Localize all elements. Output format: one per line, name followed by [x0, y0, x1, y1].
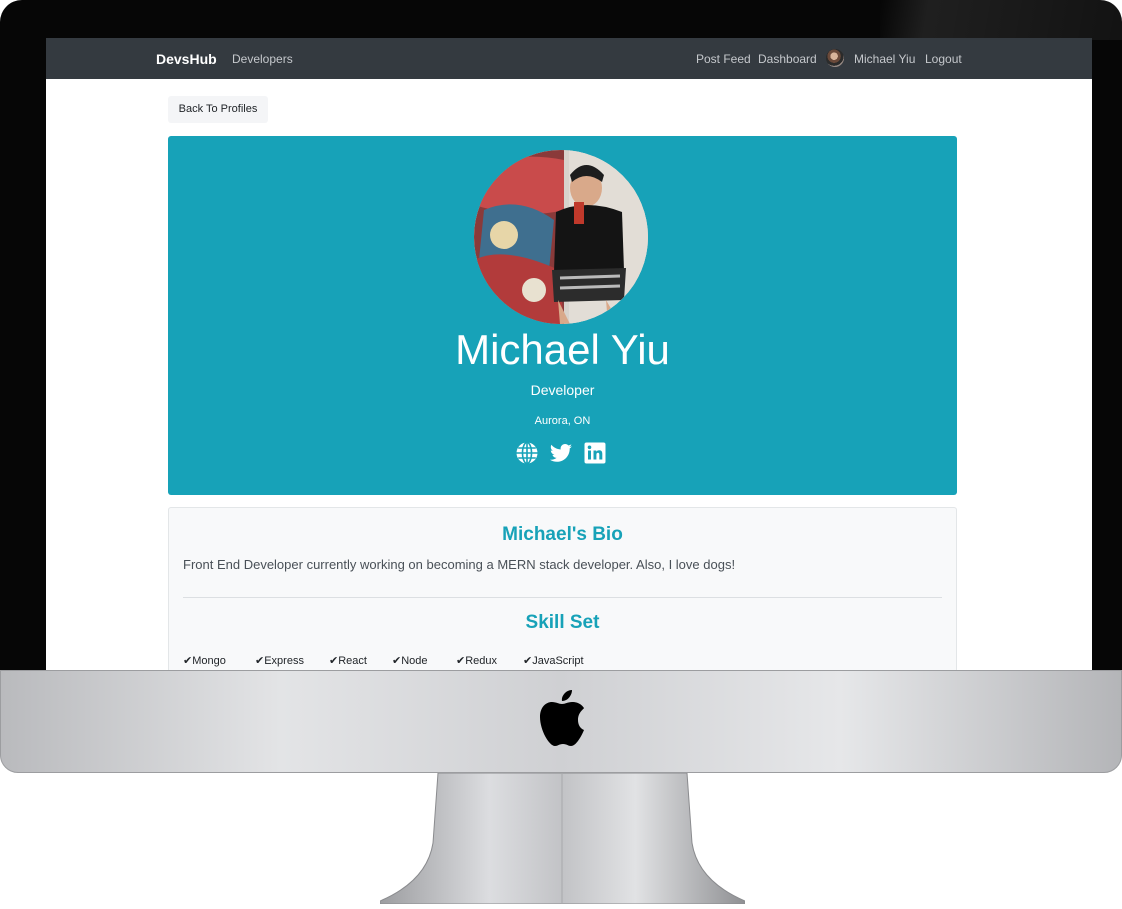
divider — [183, 597, 942, 598]
browser-screen: DevsHub Developers Post Feed Dashboard M… — [46, 38, 1092, 670]
check-icon: ✔ — [255, 655, 265, 667]
profile-name: Michael Yiu — [455, 326, 670, 373]
nav-user-name[interactable]: Michael Yiu — [854, 52, 915, 66]
linkedin-icon[interactable] — [583, 441, 607, 465]
navbar: DevsHub Developers Post Feed Dashboard M… — [46, 38, 1092, 79]
skill-item: ✔Mongo — [183, 655, 226, 667]
check-icon: ✔ — [392, 655, 402, 667]
apple-logo-icon — [538, 690, 586, 746]
skill-item: ✔Express — [255, 655, 304, 667]
back-to-profiles-button[interactable]: Back To Profiles — [168, 96, 268, 123]
user-avatar[interactable] — [826, 49, 844, 67]
frame-glare — [880, 0, 1122, 40]
bio-text: Front End Developer currently working on… — [183, 557, 736, 572]
profile-title: Developer — [530, 382, 595, 398]
skill-item: ✔React — [329, 655, 367, 667]
check-icon: ✔ — [523, 655, 533, 667]
nav-logout-link[interactable]: Logout — [925, 52, 962, 66]
nav-post-feed-link[interactable]: Post Feed — [696, 52, 751, 66]
check-icon: ✔ — [183, 655, 193, 667]
check-icon: ✔ — [329, 655, 339, 667]
skill-item: ✔Node — [392, 655, 428, 667]
bio-card: Michael's Bio Front End Developer curren… — [168, 507, 957, 670]
globe-icon[interactable] — [515, 441, 539, 465]
brand-link[interactable]: DevsHub — [156, 51, 217, 67]
skill-item: ✔JavaScript — [523, 655, 584, 667]
profile-location: Aurora, ON — [534, 415, 591, 427]
profile-photo — [474, 150, 648, 324]
monitor-stand — [379, 772, 746, 905]
social-links — [515, 441, 615, 467]
twitter-icon[interactable] — [549, 441, 573, 465]
check-icon: ✔ — [456, 655, 466, 667]
nav-dashboard-link[interactable]: Dashboard — [758, 52, 817, 66]
profile-header-card: Michael Yiu Developer Aurora, ON — [168, 136, 957, 495]
skills-heading: Skill Set — [525, 612, 600, 633]
nav-developers-link[interactable]: Developers — [232, 52, 293, 66]
bio-heading: Michael's Bio — [502, 524, 623, 545]
skill-item: ✔Redux — [456, 655, 498, 667]
